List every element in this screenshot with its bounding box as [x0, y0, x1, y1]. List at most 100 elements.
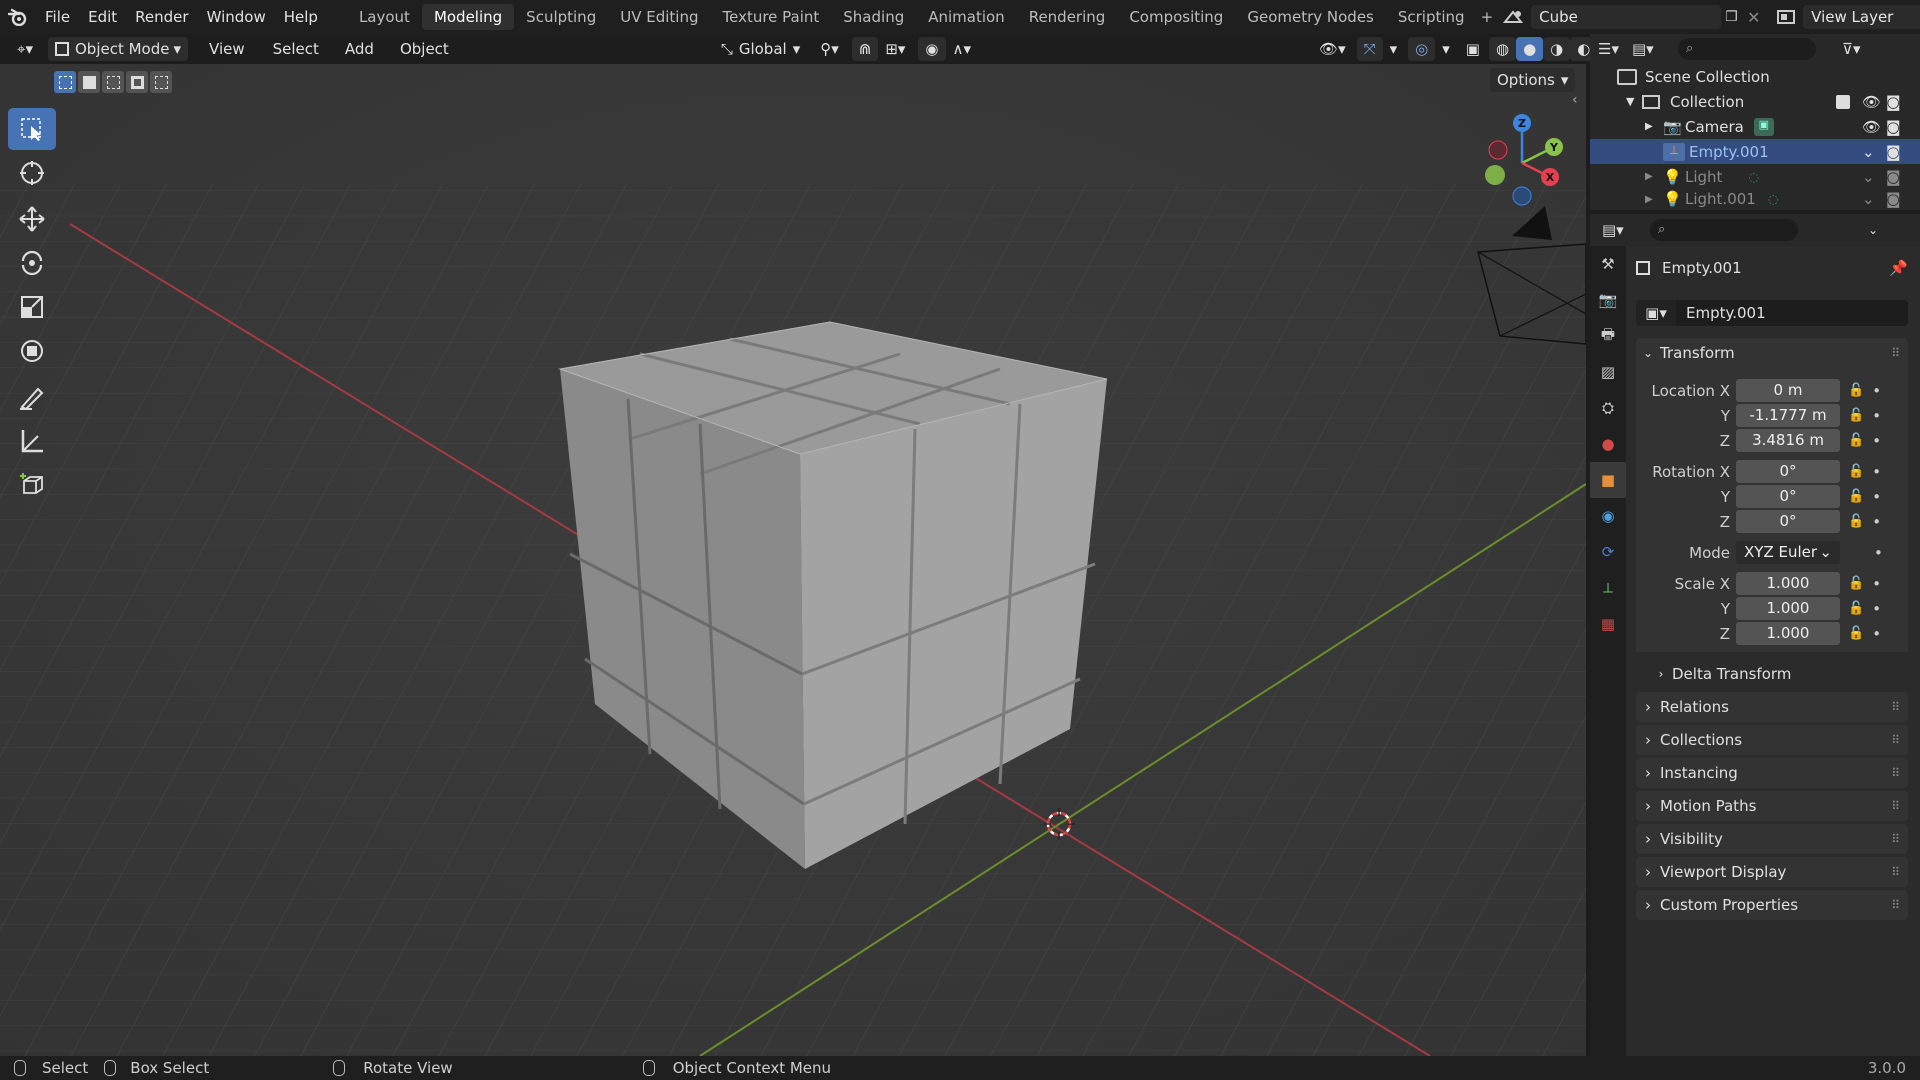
- drag-handle-icon[interactable]: ⠿: [1891, 898, 1900, 912]
- outliner-item-light[interactable]: ▶ 💡 Light ◌ ⌄ ◙: [1590, 164, 1920, 189]
- lock-icon[interactable]: 🔓: [1848, 514, 1864, 529]
- datablock-type-icon[interactable]: ▣▾: [1636, 304, 1676, 322]
- tab-view-layer-icon[interactable]: ▨: [1590, 354, 1626, 390]
- editor-type-icon[interactable]: ⌖▾: [10, 37, 40, 61]
- menu-file[interactable]: File: [36, 8, 79, 26]
- tool-select-box-icon[interactable]: [8, 108, 56, 150]
- keyframe-dot-icon[interactable]: •: [1872, 463, 1881, 481]
- lock-icon[interactable]: 🔓: [1848, 408, 1864, 423]
- keyframe-dot-icon[interactable]: •: [1872, 488, 1881, 506]
- properties-editor-icon[interactable]: ▤▾: [1602, 221, 1638, 239]
- display-mode-icon[interactable]: ▤▾: [1632, 40, 1672, 58]
- tab-tool-icon[interactable]: ⚒: [1590, 246, 1626, 282]
- add-workspace-icon[interactable]: +: [1477, 4, 1498, 30]
- expand-arrow-icon[interactable]: ▶: [1645, 171, 1663, 182]
- outliner-item-light-001[interactable]: ▶ 💡 Light.001 ◌ ⌄ ◙: [1590, 189, 1920, 209]
- exclude-checkbox[interactable]: [1836, 94, 1850, 109]
- falloff-icon[interactable]: ∧▾: [946, 37, 979, 61]
- pin-icon[interactable]: 📌: [1889, 259, 1908, 277]
- light-data-icon[interactable]: ◌: [1748, 170, 1758, 184]
- tab-modeling[interactable]: Modeling: [421, 4, 515, 30]
- shading-solid-icon[interactable]: ●: [1516, 37, 1544, 61]
- options-dropdown[interactable]: Options ▾: [1490, 68, 1576, 92]
- select-subtract-icon[interactable]: [102, 71, 124, 93]
- proportional-edit-icon[interactable]: ◉: [918, 37, 946, 61]
- expand-arrow-icon[interactable]: ▶: [1645, 121, 1663, 132]
- location-y-field[interactable]: -1.1777 m: [1736, 404, 1840, 427]
- tab-texture-paint[interactable]: Texture Paint: [710, 4, 831, 30]
- transform-panel-header[interactable]: ⌄ Transform ⠿: [1636, 338, 1908, 368]
- keyframe-dot-icon[interactable]: •: [1874, 544, 1883, 562]
- tab-physics-icon[interactable]: ◉: [1590, 498, 1626, 534]
- overlay-dropdown-icon[interactable]: ▾: [1435, 37, 1457, 61]
- keyframe-dot-icon[interactable]: •: [1872, 407, 1881, 425]
- select-intersect-icon[interactable]: [150, 71, 172, 93]
- tool-measure-icon[interactable]: [8, 420, 56, 462]
- select-invert-icon[interactable]: [126, 71, 148, 93]
- menu-help[interactable]: Help: [275, 8, 327, 26]
- scene-icon[interactable]: [1497, 8, 1531, 26]
- tab-world-icon[interactable]: ●: [1590, 426, 1626, 462]
- outliner-item-empty[interactable]: ⟂ Empty.001 ⌄ ◙: [1590, 139, 1920, 164]
- eye-icon[interactable]: 👁: [1862, 118, 1881, 136]
- tool-add-cube-icon[interactable]: [8, 464, 56, 506]
- render-camera-icon[interactable]: ◙: [1886, 93, 1901, 111]
- object-menu[interactable]: Object: [393, 37, 456, 61]
- snap-target-icon[interactable]: ⊞▾: [878, 37, 912, 61]
- render-camera-icon[interactable]: ◙: [1886, 118, 1901, 136]
- view-layer-field[interactable]: View Layer: [1803, 5, 1920, 29]
- remove-scene-icon[interactable]: ✕: [1747, 8, 1769, 27]
- tab-object-icon[interactable]: ■: [1590, 462, 1626, 498]
- select-extend-icon[interactable]: [78, 71, 100, 93]
- xray-toggle-icon[interactable]: ▣: [1459, 37, 1487, 61]
- shading-wireframe-icon[interactable]: ◍: [1488, 37, 1517, 61]
- scale-y-field[interactable]: 1.000: [1736, 597, 1840, 620]
- lock-icon[interactable]: 🔓: [1848, 576, 1864, 591]
- drag-handle-icon[interactable]: ⠿: [1891, 832, 1900, 846]
- delta-transform-subpanel[interactable]: › Delta Transform: [1650, 662, 1908, 686]
- tool-rotate-icon[interactable]: [8, 242, 56, 284]
- rotation-x-field[interactable]: 0°: [1736, 460, 1840, 483]
- location-z-field[interactable]: 3.4816 m: [1736, 429, 1840, 452]
- new-scene-icon[interactable]: ❐: [1725, 9, 1747, 25]
- visibility-icon[interactable]: 👁▾: [1312, 37, 1353, 61]
- drag-handle-icon[interactable]: ⠿: [1891, 799, 1900, 813]
- pivot-point-icon[interactable]: ⚲▾: [813, 37, 846, 61]
- panel-custom-properties[interactable]: › Custom Properties ⠿: [1636, 890, 1908, 920]
- properties-search-field[interactable]: ⌕: [1650, 219, 1798, 241]
- tab-sculpting[interactable]: Sculpting: [514, 4, 608, 30]
- shading-material-icon[interactable]: ◑: [1543, 37, 1571, 61]
- add-menu[interactable]: Add: [338, 37, 381, 61]
- rotation-mode-dropdown[interactable]: XYZ Euler ⌄: [1736, 541, 1840, 564]
- expand-arrow-icon[interactable]: ▼: [1626, 95, 1642, 108]
- scene-collection-row[interactable]: Scene Collection: [1590, 64, 1920, 89]
- panel-motion-paths[interactable]: › Motion Paths ⠿: [1636, 791, 1908, 821]
- tab-uv-editing[interactable]: UV Editing: [608, 4, 710, 30]
- keyframe-dot-icon[interactable]: •: [1872, 432, 1881, 450]
- outliner-item-camera[interactable]: ▶ 📷 Camera ▣ 👁 ◙: [1590, 114, 1920, 139]
- menu-window[interactable]: Window: [198, 8, 275, 26]
- panel-visibility[interactable]: › Visibility ⠿: [1636, 824, 1908, 854]
- tab-shading[interactable]: Shading: [831, 4, 916, 30]
- select-menu[interactable]: Select: [266, 37, 326, 61]
- lock-icon[interactable]: 🔓: [1848, 626, 1864, 641]
- filter-icon[interactable]: ⊽▾: [1842, 40, 1861, 58]
- outliner-search-field[interactable]: ⌕: [1678, 38, 1816, 60]
- keyframe-dot-icon[interactable]: •: [1872, 575, 1881, 593]
- tab-render-icon[interactable]: 📷: [1590, 282, 1626, 318]
- render-camera-icon[interactable]: ◙: [1886, 143, 1901, 161]
- lock-icon[interactable]: 🔓: [1848, 433, 1864, 448]
- panel-viewport-display[interactable]: › Viewport Display ⠿: [1636, 857, 1908, 887]
- tab-geometry-nodes[interactable]: Geometry Nodes: [1235, 4, 1386, 30]
- drag-handle-icon[interactable]: ⠿: [1891, 346, 1900, 360]
- render-camera-icon[interactable]: ◙: [1886, 168, 1901, 186]
- keyframe-dot-icon[interactable]: •: [1872, 600, 1881, 618]
- snap-toggle-icon[interactable]: ⋒: [851, 37, 879, 61]
- tab-rendering[interactable]: Rendering: [1017, 4, 1118, 30]
- properties-options-icon[interactable]: ⌄: [1868, 223, 1878, 237]
- overlay-toggle-icon[interactable]: ◎: [1408, 37, 1436, 61]
- panel-instancing[interactable]: › Instancing ⠿: [1636, 758, 1908, 788]
- tool-annotate-icon[interactable]: [8, 376, 56, 418]
- tool-scale-icon[interactable]: [8, 286, 56, 328]
- drag-handle-icon[interactable]: ⠿: [1891, 700, 1900, 714]
